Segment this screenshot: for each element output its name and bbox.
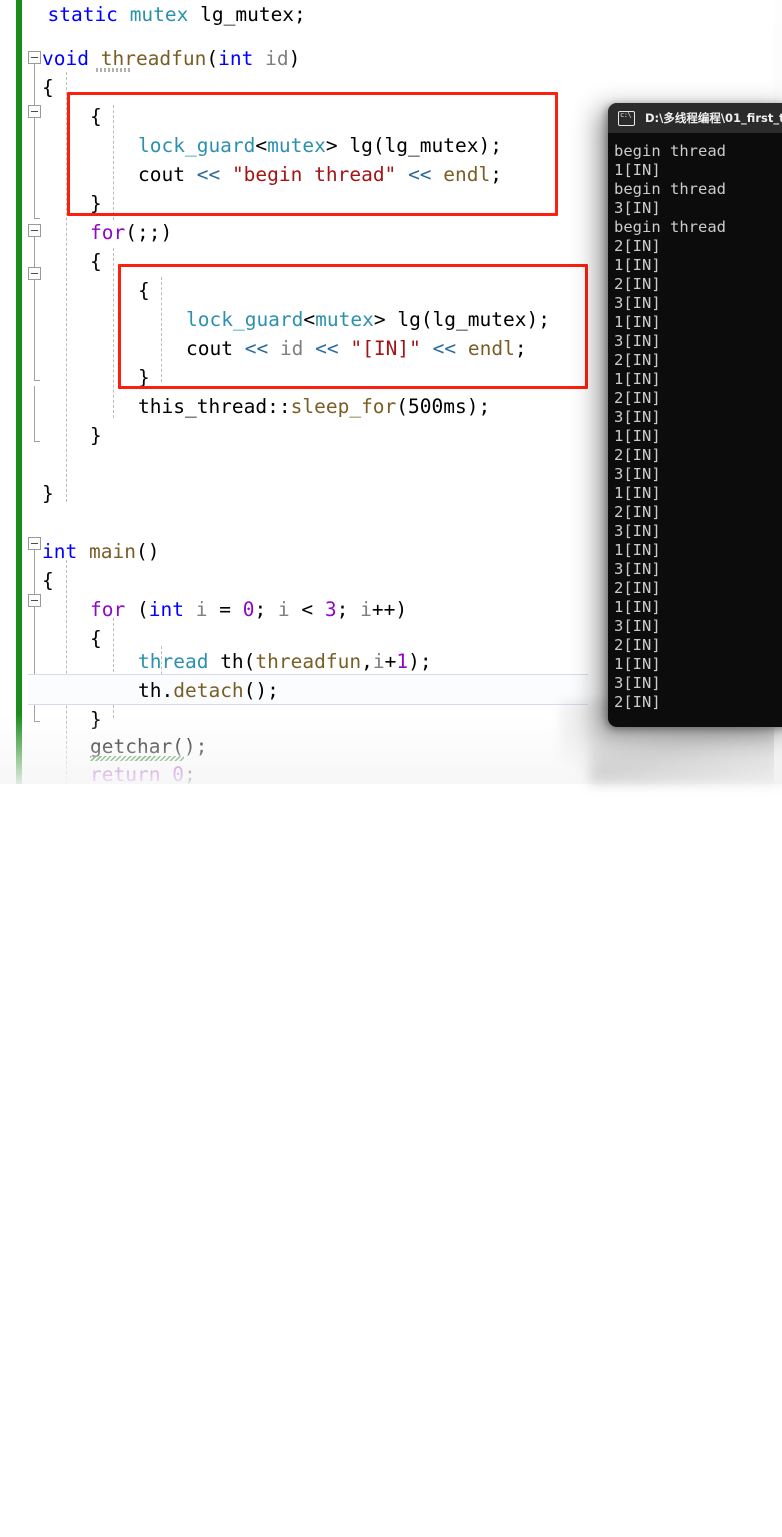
- console-output-line: begin thread: [614, 142, 726, 160]
- console-output-line: 2[IN]: [614, 389, 661, 407]
- console-output-line: 1[IN]: [614, 484, 661, 502]
- console-output-line: begin thread: [614, 218, 726, 236]
- console-output-line: 1[IN]: [614, 161, 661, 179]
- code-line-15[interactable]: }: [90, 421, 102, 450]
- console-output-line: 1[IN]: [614, 598, 661, 616]
- console-icon: [618, 110, 635, 126]
- console-output-line: 3[IN]: [614, 199, 661, 217]
- code-line-19[interactable]: int main(): [42, 537, 159, 566]
- console-output-line: 1[IN]: [614, 427, 661, 445]
- console-output-line: 1[IN]: [614, 541, 661, 559]
- output-console-window[interactable]: D:\多线程编程\01_first_t begin thread1[IN]beg…: [608, 103, 782, 727]
- console-output-line: 3[IN]: [614, 560, 661, 578]
- console-output-line: 3[IN]: [614, 465, 661, 483]
- console-title-text: D:\多线程编程\01_first_t: [645, 111, 782, 125]
- console-title-bar[interactable]: D:\多线程编程\01_first_t: [608, 103, 782, 133]
- green-squiggle-getchar: [90, 756, 184, 761]
- code-line-22[interactable]: {: [90, 624, 102, 653]
- console-output-line: 1[IN]: [614, 370, 661, 388]
- dotted-underline-threadfun: [96, 68, 130, 72]
- console-output-area: begin thread 1[IN] begin thread 3[IN] begin …: [608, 133, 782, 712]
- code-line-21[interactable]: for (int i = 0; i < 3; i++): [90, 595, 407, 624]
- code-line-1[interactable]: static mutex lg_mutex;: [24, 0, 305, 29]
- console-output-line: 2[IN]: [614, 275, 661, 293]
- code-line-2[interactable]: void threadfun(int id): [42, 44, 300, 73]
- console-output-line: 1[IN]: [614, 313, 661, 331]
- code-line-8[interactable]: for(;;): [90, 218, 172, 247]
- console-output-line: 2[IN]: [614, 693, 661, 711]
- annotation-rect-begin-thread-block: [67, 92, 558, 216]
- code-line-9[interactable]: {: [90, 247, 102, 276]
- code-line-25[interactable]: }: [90, 705, 102, 734]
- code-line-23[interactable]: thread th(threadfun,i+1);: [138, 647, 432, 676]
- console-output-line: 3[IN]: [614, 617, 661, 635]
- code-line-14[interactable]: this_thread::sleep_for(500ms);: [138, 392, 490, 421]
- console-output-line: 2[IN]: [614, 503, 661, 521]
- console-output-line: begin thread: [614, 180, 726, 198]
- console-output-line: 2[IN]: [614, 237, 661, 255]
- console-output-line: 3[IN]: [614, 294, 661, 312]
- code-line-24[interactable]: th.detach();: [138, 676, 279, 705]
- console-output-line: 3[IN]: [614, 522, 661, 540]
- console-output-line: 1[IN]: [614, 256, 661, 274]
- annotation-rect-loop-print-block: [118, 264, 588, 389]
- console-output-line: 2[IN]: [614, 446, 661, 464]
- console-output-line: 3[IN]: [614, 408, 661, 426]
- console-output-line: 3[IN]: [614, 332, 661, 350]
- console-output-line: 2[IN]: [614, 636, 661, 654]
- console-output-line: 3[IN]: [614, 674, 661, 692]
- code-line-20[interactable]: {: [42, 566, 54, 595]
- code-line-17[interactable]: }: [42, 479, 54, 508]
- console-output-line: 2[IN]: [614, 579, 661, 597]
- console-output-line: 2[IN]: [614, 351, 661, 369]
- console-output-line: 1[IN]: [614, 655, 661, 673]
- code-line-27[interactable]: return 0;: [90, 760, 196, 789]
- code-line-3[interactable]: {: [42, 73, 54, 102]
